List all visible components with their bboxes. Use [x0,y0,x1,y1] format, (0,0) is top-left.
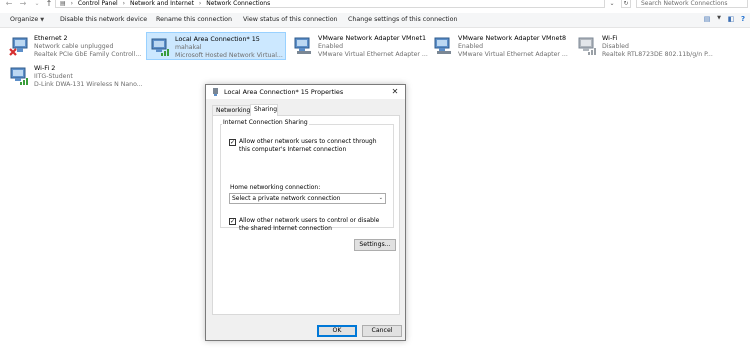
allow-connect-label: Allow other network users to connect thr… [239,138,377,153]
allow-control-label: Allow other network users to control or … [239,217,380,232]
network-adapter-icon [213,88,218,96]
adapter-ethernet-2[interactable]: Ethernet 2 Network cable unplugged Realt… [6,32,144,60]
adapter-wifi[interactable]: Wi-Fi Disabled Realtek RTL8723DE 802.11b… [574,32,713,60]
close-icon[interactable]: ✕ [389,86,401,98]
adapter-status: Enabled [318,42,344,50]
wifi-disabled-icon [578,37,596,55]
properties-dialog: Local Area Connection* 15 Properties ✕ N… [205,84,406,341]
breadcrumb-network-internet[interactable]: Network and Internet [130,0,194,7]
allow-control-checkbox[interactable]: ✓ [229,218,236,225]
adapter-device: Microsoft Hosted Network Virtual... [175,52,283,59]
address-dropdown-icon[interactable]: ⌄ [607,0,617,8]
adapter-status: mahakal [175,43,202,51]
home-networking-value: Select a private network connection [232,195,341,202]
up-icon[interactable]: ↑ [44,0,54,9]
adapter-device: VMware Virtual Ethernet Adapter ... [458,51,568,58]
ethernet-connected-icon [151,38,169,56]
wifi-connected-icon [10,67,28,85]
adapter-vmnet8[interactable]: VMware Network Adapter VMnet8 Enabled VM… [430,32,568,60]
organize-label: Organize [10,16,39,23]
adapter-status: Enabled [458,42,484,50]
chevron-down-icon: ▼ [40,17,45,23]
dialog-title-bar[interactable]: Local Area Connection* 15 Properties ✕ [206,85,405,99]
recent-locations-icon[interactable]: ⌄ [32,0,42,9]
disable-device-button[interactable]: Disable this network device [60,16,147,23]
control-panel-icon: ▤ [60,0,66,7]
ethernet-icon [434,37,451,54]
adapter-device: D-Link DWA-131 Wireless N Nano... [34,81,143,88]
allow-connect-checkbox[interactable]: ✓ [229,139,236,146]
adapter-wifi-2[interactable]: Wi-Fi 2 IITG-Student D-Link DWA-131 Wire… [6,62,144,90]
adapter-name: VMware Network Adapter VMnet8 [458,34,567,42]
adapter-name: Local Area Connection* 15 [175,35,260,43]
search-input[interactable]: Search Network Connections [636,0,748,8]
cancel-button[interactable]: Cancel [362,325,402,337]
preview-pane-icon[interactable]: ◧ [725,15,737,25]
change-settings-button[interactable]: Change settings of this connection [348,16,457,23]
view-status-button[interactable]: View status of this connection [243,16,338,23]
refresh-icon[interactable]: ↻ [621,0,631,8]
ok-button[interactable]: OK [317,325,357,337]
adapter-device: Realtek PCIe GbE Family Controll... [34,51,142,58]
adapter-device: VMware Virtual Ethernet Adapter ... [318,51,428,58]
adapter-vmnet1[interactable]: VMware Network Adapter VMnet1 Enabled VM… [290,32,428,60]
search-placeholder: Search Network Connections [641,0,728,7]
breadcrumb-network-connections[interactable]: Network Connections [206,0,270,7]
dialog-title: Local Area Connection* 15 Properties [224,88,344,96]
chevron-down-icon[interactable]: ▼ [713,15,725,25]
breadcrumb-control-panel[interactable]: Control Panel [78,0,118,7]
adapter-status: IITG-Student [34,72,73,80]
help-icon[interactable]: ? [737,15,749,25]
sharing-panel: Internet Connection Sharing ✓ Allow othe… [212,115,400,315]
back-icon[interactable]: ← [4,0,14,9]
rename-connection-button[interactable]: Rename this connection [156,16,232,23]
view-options-icon[interactable]: ▤ [701,15,713,25]
breadcrumb-separator-icon: › [70,0,73,7]
adapter-name: Wi-Fi [602,34,618,42]
ethernet-icon [294,37,311,54]
adapter-device: Realtek RTL8723DE 802.11b/g/n P... [602,51,713,58]
tab-networking[interactable]: Networking [212,105,251,115]
ics-group-label: Internet Connection Sharing [222,119,309,126]
ethernet-disconnected-icon [9,37,28,56]
adapter-local-area-connection-15[interactable]: Local Area Connection* 15 mahakal Micros… [146,32,286,60]
adapter-status: Disabled [602,42,629,50]
tab-sharing[interactable]: Sharing [250,104,278,116]
adapter-name: Ethernet 2 [34,34,68,42]
breadcrumb-separator-icon: › [122,0,126,7]
home-networking-label: Home networking connection: [230,184,321,191]
address-bar[interactable]: ▤ › Control Panel › Network and Internet… [55,0,605,8]
organize-button[interactable]: Organize ▼ [10,16,44,23]
address-row: ← → ⌄ ↑ ▤ › Control Panel › Network and … [0,0,750,10]
home-networking-select[interactable]: Select a private network connection ⌄ [229,193,386,204]
adapter-name: VMware Network Adapter VMnet1 [318,34,427,42]
command-bar: Organize ▼ Disable this network device Re… [0,13,750,28]
adapter-name: Wi-Fi 2 [34,64,56,72]
adapter-status: Network cable unplugged [34,42,114,50]
breadcrumb-separator-icon: › [198,0,202,7]
forward-icon[interactable]: → [18,0,28,9]
settings-button[interactable]: Settings... [354,239,396,251]
chevron-down-icon: ⌄ [378,195,383,201]
